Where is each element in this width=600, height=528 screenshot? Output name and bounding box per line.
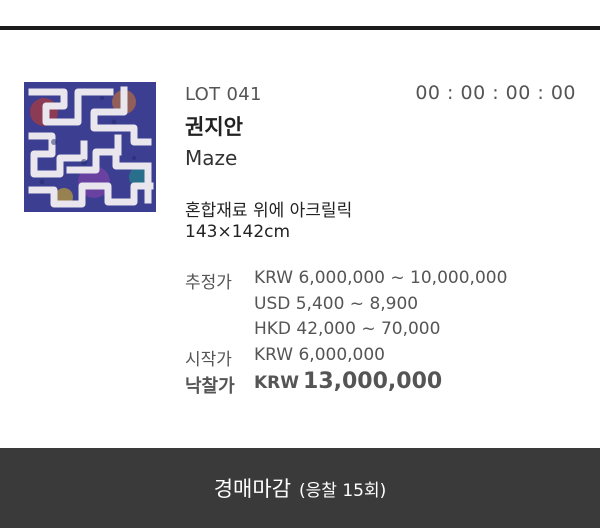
hammer-price-label: 낙찰가 — [185, 376, 235, 397]
hammer-price-amount: 13,000,000 — [303, 369, 443, 394]
bid-count: (응찰 15회) — [299, 480, 387, 501]
auction-closed-button[interactable]: 경매마감 (응찰 15회) — [0, 448, 600, 528]
estimate-usd: USD 5,400 ~ 8,900 — [254, 294, 419, 314]
artwork-thumbnail[interactable] — [24, 82, 156, 212]
hammer-price-value: KRW 13,000,000 — [254, 369, 442, 394]
artist-name[interactable]: 권지안 — [185, 111, 243, 141]
hammer-price-currency: KRW — [254, 373, 300, 393]
maze-artwork-image — [24, 82, 156, 212]
estimate-krw: KRW 6,000,000 ~ 10,000,000 — [254, 268, 508, 288]
start-price-label: 시작가 — [185, 350, 232, 370]
artwork-size: 143×142cm — [185, 222, 291, 242]
estimate-label: 추정가 — [185, 273, 232, 293]
countdown-timer: 00 : 00 : 00 : 00 — [415, 82, 576, 104]
lot-number: LOT 041 — [185, 84, 262, 105]
auction-status: 경매마감 — [213, 477, 292, 501]
top-divider — [0, 26, 600, 30]
estimate-hkd: HKD 42,000 ~ 70,000 — [254, 319, 441, 339]
start-price-value: KRW 6,000,000 — [254, 345, 386, 365]
artwork-medium: 혼합재료 위에 아크릴릭 — [185, 201, 353, 221]
artwork-title: Maze — [185, 146, 238, 170]
